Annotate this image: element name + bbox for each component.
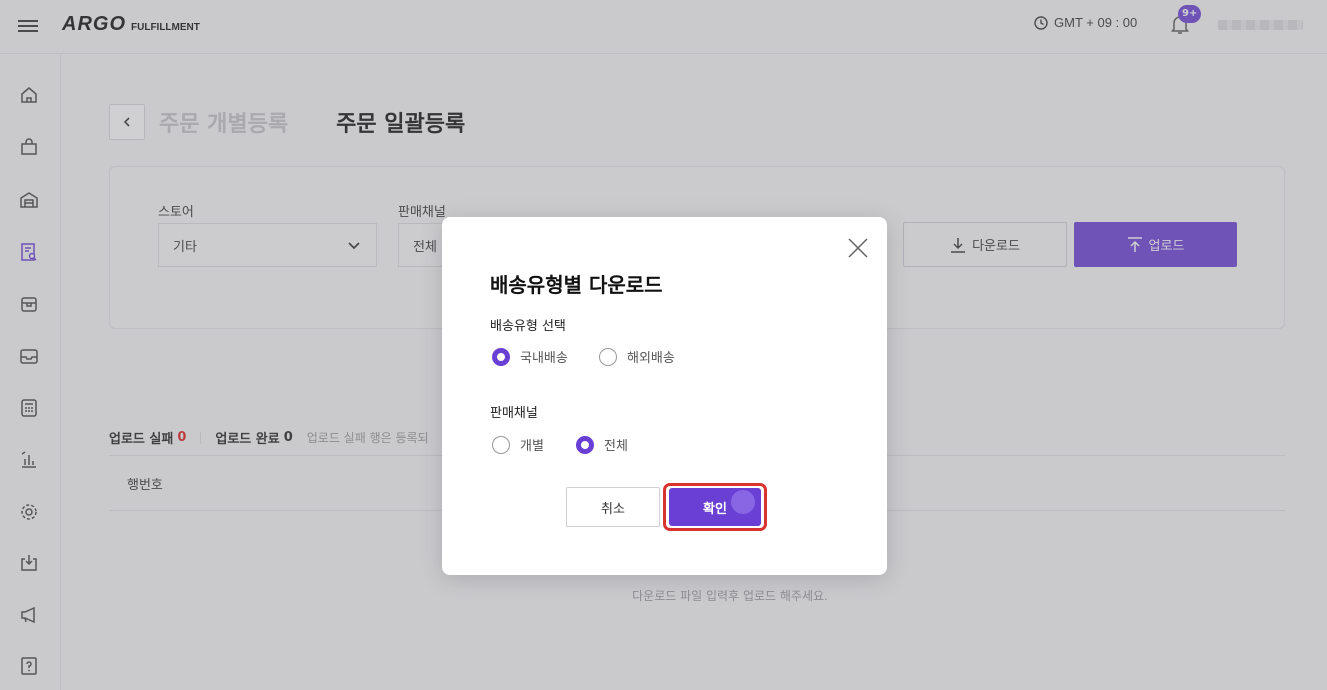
cancel-button[interactable]: 취소 [566,487,660,527]
cursor-indicator [731,490,755,514]
radio-all-label: 전체 [604,439,628,454]
radio-selected-icon [492,347,510,366]
radio-overseas-label: 해외배송 [627,351,675,366]
radio-unselected-icon [599,347,617,366]
cancel-button-label: 취소 [601,501,625,517]
delivery-type-label: 배송유형 선택 [490,319,566,334]
radio-individual[interactable]: 개별 [492,435,544,454]
close-icon[interactable] [847,237,869,259]
delivery-type-download-modal: 배송유형별 다운로드 배송유형 선택 국내배송 해외배송 판매채널 개별 전체 … [442,217,887,575]
modal-title: 배송유형별 다운로드 [490,273,663,297]
radio-overseas[interactable]: 해외배송 [599,347,675,366]
radio-all[interactable]: 전체 [576,435,628,454]
confirm-button-label: 확인 [703,501,727,517]
radio-selected-icon [576,435,594,454]
radio-unselected-icon [492,435,510,454]
radio-domestic-label: 국내배송 [520,351,568,366]
radio-domestic[interactable]: 국내배송 [492,347,568,366]
channel-section-label: 판매채널 [490,406,538,421]
radio-individual-label: 개별 [520,439,544,454]
